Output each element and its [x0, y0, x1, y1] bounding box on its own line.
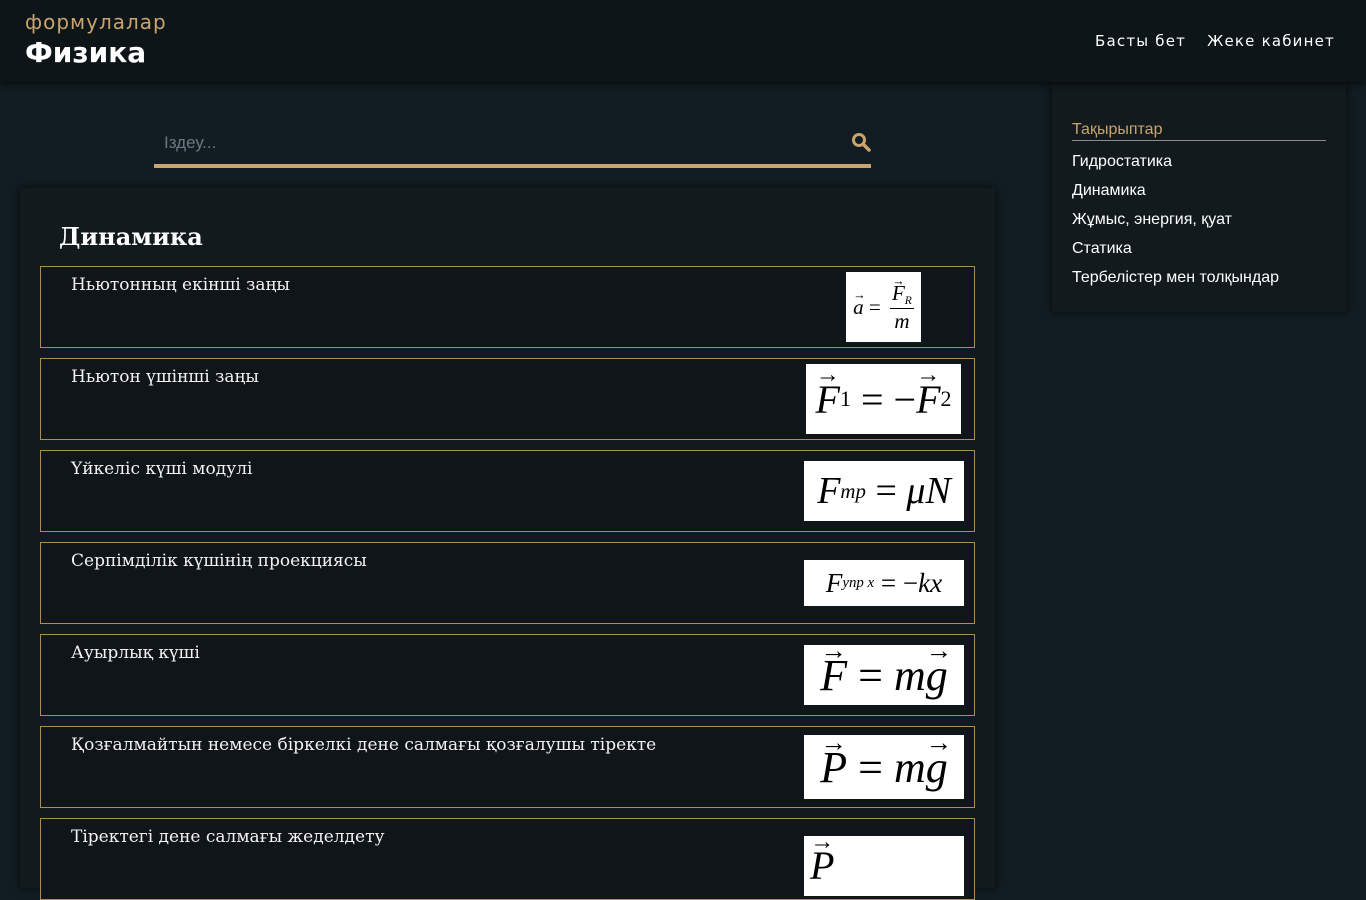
formula-label: Тіректегі дене салмағы жеделдету [71, 827, 385, 847]
topics-sidebar: Тақырыптар Гидростатика Динамика Жұмыс, … [1052, 82, 1346, 312]
formula-image: Fупр x = − kx [804, 560, 964, 606]
formula-label: Ньютон үшінші заңы [71, 367, 259, 387]
sidebar-item-statics[interactable]: Статика [1072, 239, 1279, 268]
section-title: Динамика [59, 222, 203, 251]
formula-label: Үйкеліс күші модулі [71, 459, 253, 479]
formula-row[interactable]: Тіректегі дене салмағы жеделдету P [40, 818, 975, 900]
formula-row[interactable]: Серпімділік күшінің проекциясы Fупр x = … [40, 542, 975, 624]
formula-row[interactable]: Қозғалмайтын немесе біркелкі дене салмағ… [40, 726, 975, 808]
formula-label: Ньютонның екінші заңы [71, 275, 290, 295]
brand-title[interactable]: Физика [25, 36, 146, 69]
formula-image: a = FRm [846, 272, 921, 342]
formula-image: F1 = −F2 [806, 364, 961, 434]
formula-row[interactable]: Үйкеліс күші модулі Fтр = μN [40, 450, 975, 532]
sidebar-item-dynamics[interactable]: Динамика [1072, 181, 1279, 210]
formula-label: Ауырлық күші [71, 643, 200, 663]
nav-account-link[interactable]: Жеке кабинет [1207, 32, 1335, 50]
formula-label: Серпімділік күшінің проекциясы [71, 551, 367, 571]
formula-row[interactable]: Ньютонның екінші заңы a = FRm [40, 266, 975, 348]
search-input[interactable] [154, 120, 846, 166]
formula-image: P [804, 836, 964, 896]
formula-image: F = mg [804, 645, 964, 705]
formula-row[interactable]: Ауырлық күші F = mg [40, 634, 975, 716]
search-bar [154, 120, 871, 168]
top-header: формулалар Физика Басты бет Жеке кабинет [0, 0, 1366, 82]
search-icon[interactable] [851, 132, 871, 152]
sidebar-list: Гидростатика Динамика Жұмыс, энергия, қу… [1072, 152, 1279, 297]
formulas-card: Динамика Ньютонның екінші заңы a = FRm Н… [20, 188, 995, 900]
formula-label: Қозғалмайтын немесе біркелкі дене салмағ… [71, 735, 657, 755]
formula-image: P = mg [804, 735, 964, 799]
sidebar-item-oscillations-waves[interactable]: Тербелістер мен толқындар [1072, 268, 1279, 297]
brand-subtitle[interactable]: формулалар [25, 10, 167, 34]
nav-home-link[interactable]: Басты бет [1095, 32, 1186, 50]
sidebar-heading: Тақырыптар [1072, 121, 1326, 141]
formula-row[interactable]: Ньютон үшінші заңы F1 = −F2 [40, 358, 975, 440]
formula-image: Fтр = μN [804, 461, 964, 521]
sidebar-item-work-energy-power[interactable]: Жұмыс, энергия, қуат [1072, 210, 1279, 239]
top-nav: Басты бет Жеке кабинет [1095, 32, 1335, 50]
sidebar-item-hydrostatics[interactable]: Гидростатика [1072, 152, 1279, 181]
